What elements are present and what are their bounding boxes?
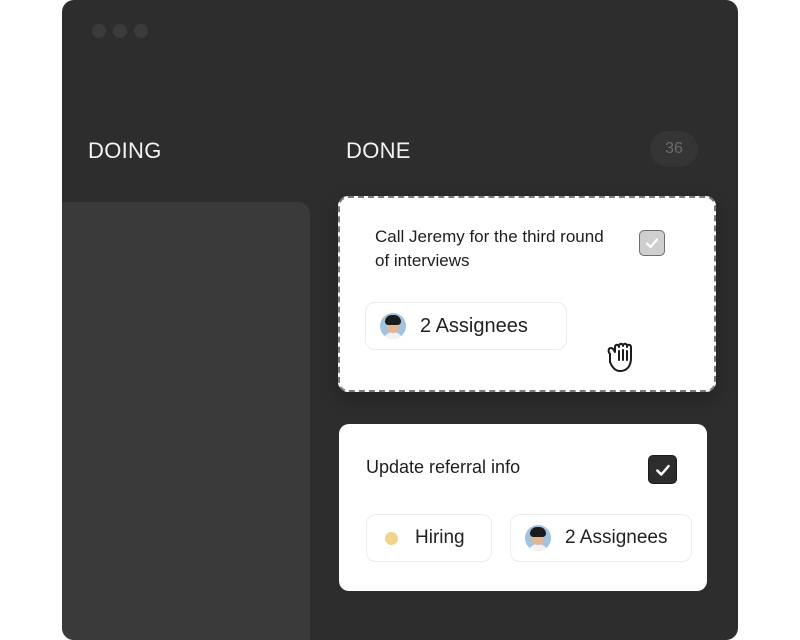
window-close-dot[interactable]: [92, 24, 106, 38]
window-maximize-dot[interactable]: [134, 24, 148, 38]
avatar: [380, 313, 406, 339]
app-window: DOING DONE 36 Call Jeremy for the third …: [62, 0, 738, 640]
grab-hand-icon: [607, 342, 632, 372]
task-card[interactable]: Update referral info Hiring 2 Assignees: [339, 424, 707, 591]
window-minimize-dot[interactable]: [113, 24, 127, 38]
assignees-chip[interactable]: 2 Assignees: [510, 514, 692, 562]
doing-column-dropzone[interactable]: [62, 202, 310, 640]
tag-chip-hiring[interactable]: Hiring: [366, 514, 492, 562]
task-checkbox[interactable]: [639, 230, 665, 256]
column-title-done: DONE: [346, 138, 411, 163]
task-title: Update referral info: [366, 457, 521, 477]
window-controls: [92, 24, 148, 38]
avatar: [525, 525, 551, 551]
check-icon: [645, 238, 659, 249]
column-title-doing: DOING: [88, 138, 162, 163]
task-checkbox[interactable]: [648, 455, 677, 484]
assignees-label: 2 Assignees: [420, 314, 528, 337]
task-card-dragging[interactable]: Call Jeremy for the third round of inter…: [338, 196, 716, 392]
check-icon: [655, 464, 670, 476]
tag-label: Hiring: [415, 527, 465, 548]
assignees-chip[interactable]: 2 Assignees: [365, 302, 567, 350]
assignees-label: 2 Assignees: [565, 527, 668, 548]
done-count-badge: 36: [650, 131, 698, 167]
task-title: Call Jeremy for the third round of inter…: [375, 227, 604, 270]
tag-dot-icon: [385, 531, 398, 545]
